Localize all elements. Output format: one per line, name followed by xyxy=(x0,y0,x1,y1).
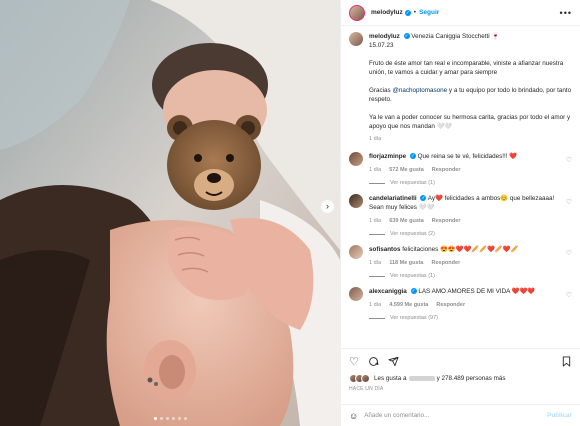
comment-text: felicitaciones 😍😍❤️❤️🥖🥖❤️🥖❤️🥖 xyxy=(402,246,519,253)
next-photo-button[interactable]: › xyxy=(321,200,334,213)
verified-icon: ✓ xyxy=(420,195,427,202)
post-view: › melodyluz ✓ • Seguir ••• melodyluz ✓ V… xyxy=(0,0,580,426)
reply-button[interactable]: Responder xyxy=(432,167,461,173)
reply-button[interactable]: Responder xyxy=(436,302,465,308)
post-photo[interactable]: › xyxy=(0,0,340,426)
view-replies-button[interactable]: Ver respuestas (1) xyxy=(390,273,435,279)
comment-text: LAS AMO AMORES DE MI VIDA ❤️❤️❤️ xyxy=(418,288,536,295)
post-header: melodyluz ✓ • Seguir ••• xyxy=(341,0,580,26)
comment-input[interactable]: Añade un comentario... xyxy=(364,412,547,419)
comment-time: 1 día xyxy=(369,260,382,266)
mention-link[interactable]: @nachoptomasone xyxy=(392,87,447,94)
divider-line xyxy=(369,182,385,184)
avatar[interactable] xyxy=(349,245,363,259)
view-replies-button[interactable]: Ver respuestas (97) xyxy=(390,315,438,321)
carousel-dot xyxy=(153,417,157,420)
separator-dot: • xyxy=(413,9,417,16)
comment-likes[interactable]: 639 Me gusta xyxy=(389,218,424,224)
divider-line xyxy=(369,275,385,277)
like-comment-icon[interactable]: ♡ xyxy=(566,249,572,257)
heart-icon[interactable]: ♡ xyxy=(349,355,359,368)
caption-title: Venezia Caniggia Stocchetti xyxy=(411,33,490,40)
liker-avatars xyxy=(349,374,370,383)
comment-time: 1 día xyxy=(369,218,382,224)
post-side-panel: melodyluz ✓ • Seguir ••• melodyluz ✓ Ven… xyxy=(340,0,580,426)
carousel-dot xyxy=(183,417,187,420)
more-options-icon[interactable]: ••• xyxy=(560,8,572,18)
like-comment-icon[interactable]: ♡ xyxy=(566,156,572,164)
comment-item: candelariatinelli ✓ Ay❤️ felicidades a a… xyxy=(349,194,572,237)
likes-prefix: Les gusta a xyxy=(374,375,407,382)
caption: melodyluz ✓ Venezia Caniggia Stocchetti … xyxy=(349,32,572,144)
comment-icon[interactable] xyxy=(368,356,379,367)
divider-line xyxy=(369,233,385,235)
heart-emoji-icon: 🍷 xyxy=(491,33,500,40)
share-icon[interactable] xyxy=(388,356,399,367)
emoji-icon[interactable]: ☺ xyxy=(349,411,358,421)
comment-time: 1 día xyxy=(369,167,382,173)
reply-button[interactable]: Responder xyxy=(432,218,461,224)
publish-button[interactable]: Publicar xyxy=(547,412,572,419)
carousel-dots xyxy=(0,417,340,420)
comment-likes[interactable]: 4.599 Me gusta xyxy=(389,302,428,308)
likes-summary: Les gusta a y 278.489 personas más xyxy=(349,374,572,383)
comment-item: alexcaniggia ✓ LAS AMO AMORES DE MI VIDA… xyxy=(349,287,572,321)
comment-time: 1 día xyxy=(369,302,382,308)
like-comment-icon[interactable]: ♡ xyxy=(566,198,572,206)
comment-username[interactable]: candelariatinelli xyxy=(369,195,417,202)
divider-line xyxy=(369,317,385,319)
photo-illustration xyxy=(0,0,340,426)
avatar[interactable] xyxy=(349,287,363,301)
bookmark-icon[interactable] xyxy=(561,356,572,367)
carousel-dot xyxy=(165,417,169,420)
redacted-username xyxy=(408,376,435,381)
carousel-dot xyxy=(171,417,175,420)
avatar[interactable] xyxy=(349,4,365,21)
carousel-dot xyxy=(177,417,181,420)
comment-username[interactable]: alexcaniggia xyxy=(369,288,407,295)
caption-date: 15.07.23 xyxy=(369,42,394,49)
verified-icon: ✓ xyxy=(403,33,410,40)
reply-button[interactable]: Responder xyxy=(431,260,460,266)
verified-icon: ✓ xyxy=(410,288,417,295)
comment-likes[interactable]: 572 Me gusta xyxy=(389,167,424,173)
comment-text: Que reina se te vé, felicidades!!! ❤️ xyxy=(417,153,518,160)
comments-list[interactable]: melodyluz ✓ Venezia Caniggia Stocchetti … xyxy=(341,26,580,348)
view-replies-button[interactable]: Ver respuestas (1) xyxy=(390,180,435,186)
comment-username[interactable]: florjazminpe xyxy=(369,153,406,160)
caption-time: 1 día xyxy=(369,136,382,142)
avatar[interactable] xyxy=(349,152,363,166)
bear-emoji-icon xyxy=(167,115,261,210)
post-time: HACE UN DÍA xyxy=(349,386,384,392)
caption-username[interactable]: melodyluz xyxy=(369,33,400,40)
avatar[interactable] xyxy=(349,32,363,46)
caption-paragraph: Fruto de éste amor tan real e incomparab… xyxy=(369,60,564,76)
caption-text: melodyluz ✓ Venezia Caniggia Stocchetti … xyxy=(369,32,572,144)
follow-button[interactable]: Seguir xyxy=(419,9,439,16)
verified-icon: ✓ xyxy=(404,9,411,16)
verified-icon: ✓ xyxy=(409,153,416,160)
add-comment-bar: ☺ Añade un comentario... Publicar xyxy=(341,404,580,426)
comment-username[interactable]: sofisantos xyxy=(369,246,401,253)
like-comment-icon[interactable]: ♡ xyxy=(566,291,572,299)
comment-likes[interactable]: 118 Me gusta xyxy=(389,260,423,266)
likes-count[interactable]: y 278.489 personas más xyxy=(437,375,506,382)
caption-paragraph: Ya le van a poder conocer su hermosa car… xyxy=(369,114,571,130)
view-replies-button[interactable]: Ver respuestas (2) xyxy=(390,231,435,237)
comment-item: florjazminpe ✓ Que reina se te vé, felic… xyxy=(349,152,572,186)
caption-text-part: Gracias xyxy=(369,87,391,94)
comment-item: sofisantos felicitaciones 😍😍❤️❤️🥖🥖❤️🥖❤️🥖… xyxy=(349,245,572,279)
post-username[interactable]: melodyluz xyxy=(371,9,403,16)
avatar[interactable] xyxy=(349,194,363,208)
carousel-dot xyxy=(159,417,163,420)
